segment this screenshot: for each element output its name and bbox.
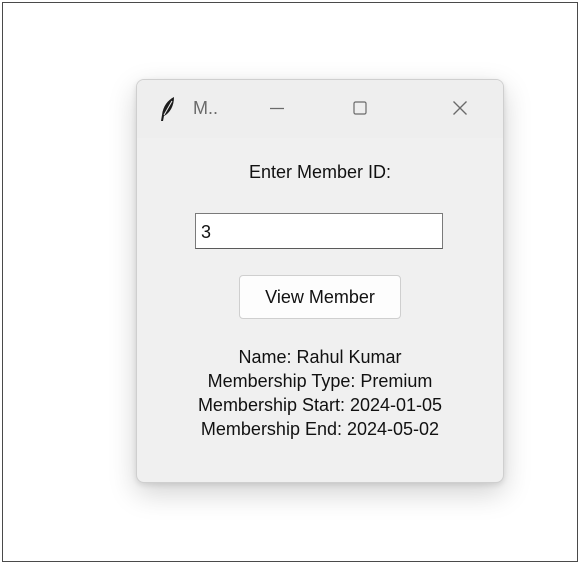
member-id-label: Enter Member ID: bbox=[248, 162, 392, 182]
minimize-button[interactable] bbox=[257, 90, 297, 126]
maximize-button[interactable] bbox=[340, 90, 380, 126]
member-name-text: Name: Rahul Kumar bbox=[238, 347, 402, 367]
close-icon bbox=[453, 101, 467, 115]
title-bar[interactable]: M.. bbox=[137, 80, 503, 138]
membership-start-text: Membership Start: 2024-01-05 bbox=[197, 395, 443, 415]
window-content: Enter Member ID: View Member Name: Rahul… bbox=[137, 138, 503, 482]
minimize-icon bbox=[270, 107, 284, 110]
close-button[interactable] bbox=[440, 90, 480, 126]
membership-end-text: Membership End: 2024-05-02 bbox=[200, 419, 440, 439]
maximize-icon bbox=[353, 101, 367, 115]
view-member-button[interactable]: View Member bbox=[239, 275, 401, 319]
window-title: M.. bbox=[193, 98, 218, 118]
membership-type-text: Membership Type: Premium bbox=[207, 371, 433, 391]
member-id-input[interactable] bbox=[195, 213, 443, 249]
member-details: Name: Rahul Kumar Membership Type: Premi… bbox=[137, 345, 503, 441]
app-window: M.. Enter Member ID: View M bbox=[136, 79, 504, 483]
screenshot-frame: M.. Enter Member ID: View M bbox=[2, 2, 578, 562]
feather-icon bbox=[159, 96, 177, 122]
